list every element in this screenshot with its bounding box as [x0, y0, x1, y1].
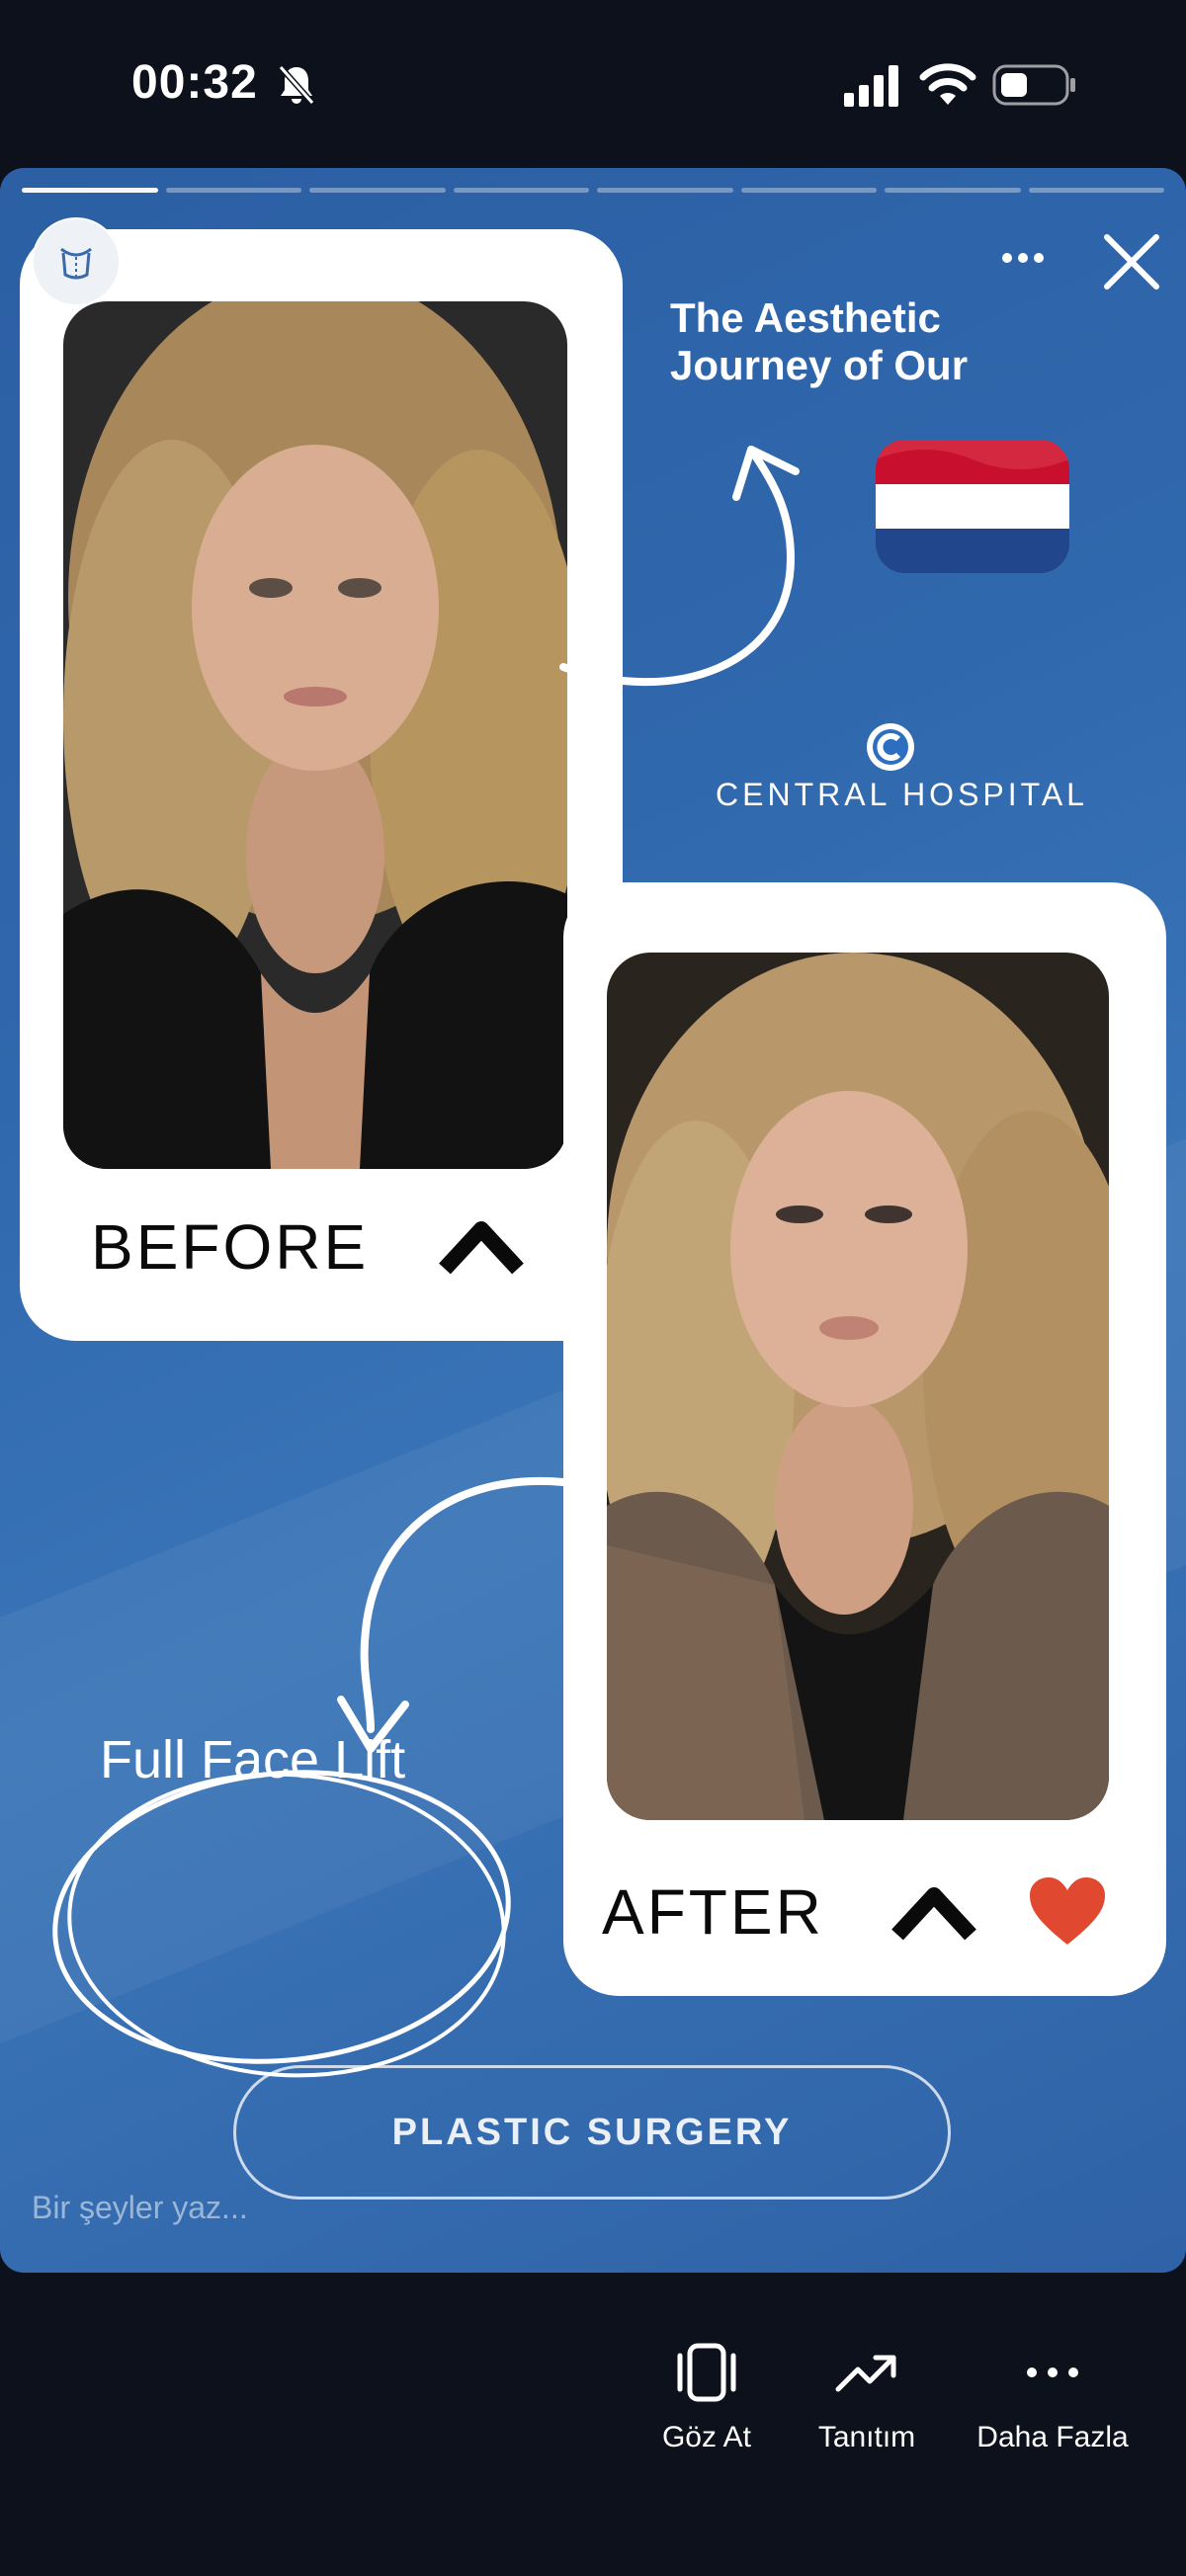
silent-bell-icon: [278, 65, 315, 105]
headline-line: Journey of Our: [670, 342, 969, 388]
headline-line: The Aesthetic: [670, 294, 941, 341]
progress-segment: [453, 188, 589, 193]
phone-browse-icon: [677, 2343, 736, 2402]
story-viewer[interactable]: BEFORE AFTER Aesthetic Surg 4 gün önce T…: [0, 168, 1186, 2273]
chevron-up-icon: [439, 1221, 524, 1275]
central-hospital-logo-icon: [867, 723, 914, 771]
progress-segment: [165, 188, 301, 193]
progress-segment: [740, 188, 877, 193]
browse-button[interactable]: Göz At: [642, 2342, 771, 2454]
story-headline: The Aesthetic Journey of Our: [670, 294, 968, 389]
circle-arrow-graphic: [52, 1476, 567, 2078]
after-photo: [607, 953, 1109, 1820]
more-label: Daha Fazla: [976, 2421, 1129, 2453]
heart-icon: [1030, 1877, 1105, 1945]
procedure-label: Full Face Lift: [100, 1730, 406, 1789]
more-options-icon[interactable]: [998, 245, 1048, 271]
account-name[interactable]: Aesthetic Surg: [151, 239, 388, 278]
before-photo: [63, 301, 567, 1169]
brand-name: CENTRAL HOSPITAL: [716, 777, 1088, 812]
close-icon[interactable]: [1099, 229, 1164, 294]
before-label: BEFORE: [91, 1211, 370, 1283]
more-horizontal-icon: [1027, 2368, 1078, 2377]
cellular-signal-icon: [844, 65, 898, 107]
promote-button[interactable]: Tanıtım: [803, 2342, 931, 2454]
progress-segment: [309, 188, 446, 193]
chevron-up-icon: [891, 1887, 976, 1941]
battery-icon: [992, 64, 1075, 106]
status-bar: 00:32: [0, 0, 1186, 168]
status-time: 00:32: [131, 56, 258, 109]
progress-segment: [885, 188, 1021, 193]
reply-input[interactable]: Bir şeyler yaz...: [32, 2190, 248, 2226]
story-progress: [22, 188, 1164, 193]
browse-label: Göz At: [661, 2421, 752, 2453]
after-label: AFTER: [602, 1876, 824, 1948]
progress-segment: [597, 188, 733, 193]
post-time: 4 gün önce: [443, 239, 610, 277]
plastic-surgery-button[interactable]: PLASTIC SURGERY: [233, 2065, 951, 2200]
curved-arrow-graphic: [559, 446, 800, 687]
avatar[interactable]: [32, 217, 121, 306]
promote-label: Tanıtım: [817, 2421, 916, 2453]
netherlands-flag-icon: [876, 440, 1069, 573]
wifi-icon: [919, 63, 976, 105]
more-button[interactable]: Daha Fazla: [969, 2342, 1137, 2454]
progress-segment: [22, 188, 158, 193]
trending-up-icon: [835, 2355, 896, 2392]
progress-segment: [1028, 188, 1164, 193]
